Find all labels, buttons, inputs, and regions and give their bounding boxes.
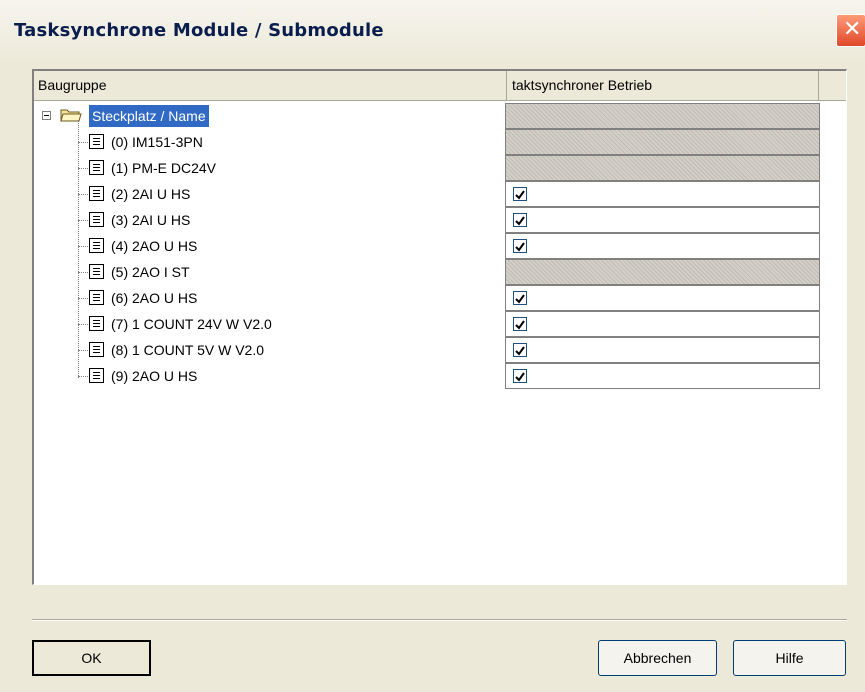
list-header: Baugruppe taktsynchroner Betrieb <box>34 71 846 101</box>
checkmark-icon <box>515 372 525 382</box>
sync-cell[interactable] <box>505 337 820 363</box>
tree-line <box>78 220 88 221</box>
module-icon <box>89 342 104 357</box>
tree-row[interactable]: (7) 1 COUNT 24V W V2.0 <box>34 311 824 337</box>
module-list[interactable]: Baugruppe taktsynchroner Betrieb Steckpl… <box>32 69 847 585</box>
module-label[interactable]: (8) 1 COUNT 5V W V2.0 <box>111 337 264 363</box>
sync-cell[interactable] <box>505 311 820 337</box>
tree-row[interactable]: (1) PM-E DC24V <box>34 155 824 181</box>
checkmark-icon <box>515 216 525 226</box>
module-icon <box>89 212 104 227</box>
module-label[interactable]: (0) IM151-3PN <box>111 129 203 155</box>
tree-line <box>78 272 88 273</box>
sync-cell <box>505 259 820 285</box>
tree-row[interactable]: (2) 2AI U HS <box>34 181 824 207</box>
tree-row[interactable]: (3) 2AI U HS <box>34 207 824 233</box>
tree-line <box>78 376 88 377</box>
sync-cell[interactable] <box>505 363 820 389</box>
tree-root-label[interactable]: Steckplatz / Name <box>89 105 209 127</box>
tree-root-row[interactable]: Steckplatz / Name <box>34 103 824 129</box>
sync-cell[interactable] <box>505 207 820 233</box>
sync-cell[interactable] <box>505 233 820 259</box>
sync-checkbox[interactable] <box>513 187 527 201</box>
sync-checkbox[interactable] <box>513 343 527 357</box>
cancel-button[interactable]: Abbrechen <box>598 640 717 676</box>
module-icon <box>89 264 104 279</box>
window-title: Tasksynchrone Module / Submodule <box>14 20 384 41</box>
module-icon <box>89 368 104 383</box>
sync-checkbox[interactable] <box>513 317 527 331</box>
sync-checkbox[interactable] <box>513 369 527 383</box>
module-label[interactable]: (9) 2AO U HS <box>111 363 197 389</box>
sync-checkbox[interactable] <box>513 213 527 227</box>
module-label[interactable]: (5) 2AO I ST <box>111 259 190 285</box>
tree-line <box>78 324 88 325</box>
close-icon: ✕ <box>843 17 862 42</box>
tree-row[interactable]: (8) 1 COUNT 5V W V2.0 <box>34 337 824 363</box>
tree-line <box>78 298 88 299</box>
module-icon <box>89 316 104 331</box>
module-label[interactable]: (1) PM-E DC24V <box>111 155 216 181</box>
sync-cell[interactable] <box>505 285 820 311</box>
tree-line <box>78 194 88 195</box>
tree-row[interactable]: (0) IM151-3PN <box>34 129 824 155</box>
tree-row[interactable]: (6) 2AO U HS <box>34 285 824 311</box>
tree-row[interactable]: (4) 2AO U HS <box>34 233 824 259</box>
module-icon <box>89 238 104 253</box>
checkmark-icon <box>515 294 525 304</box>
tree-line <box>78 142 88 143</box>
tree-line <box>78 168 88 169</box>
sync-cell <box>505 155 820 181</box>
tree-line <box>78 246 88 247</box>
module-label[interactable]: (7) 1 COUNT 24V W V2.0 <box>111 311 272 337</box>
checkmark-icon <box>515 190 525 200</box>
sync-cell <box>505 129 820 155</box>
module-label[interactable]: (3) 2AI U HS <box>111 207 190 233</box>
module-icon <box>89 186 104 201</box>
module-label[interactable]: (4) 2AO U HS <box>111 233 197 259</box>
module-icon <box>89 160 104 175</box>
help-button[interactable]: Hilfe <box>733 640 846 676</box>
close-button[interactable]: ✕ <box>836 14 865 47</box>
ok-button[interactable]: OK <box>32 640 151 676</box>
module-icon <box>89 290 104 305</box>
tree-row[interactable]: (9) 2AO U HS <box>34 363 824 389</box>
separator <box>32 619 847 621</box>
module-label[interactable]: (2) 2AI U HS <box>111 181 190 207</box>
column-header-sync[interactable]: taktsynchroner Betrieb <box>508 71 819 100</box>
tree-row[interactable]: (5) 2AO I ST <box>34 259 824 285</box>
module-label[interactable]: (6) 2AO U HS <box>111 285 197 311</box>
checkmark-icon <box>515 320 525 330</box>
module-icon <box>89 134 104 149</box>
sync-checkbox[interactable] <box>513 239 527 253</box>
sync-cell-root <box>505 103 820 129</box>
title-bar[interactable]: Tasksynchrone Module / Submodule ✕ <box>0 0 865 64</box>
tree-line <box>78 350 88 351</box>
checkmark-icon <box>515 242 525 252</box>
column-header-module[interactable]: Baugruppe <box>34 71 507 100</box>
sync-checkbox[interactable] <box>513 291 527 305</box>
column-header-empty[interactable] <box>820 71 846 100</box>
checkmark-icon <box>515 346 525 356</box>
collapse-icon[interactable] <box>42 111 51 120</box>
sync-cell[interactable] <box>505 181 820 207</box>
